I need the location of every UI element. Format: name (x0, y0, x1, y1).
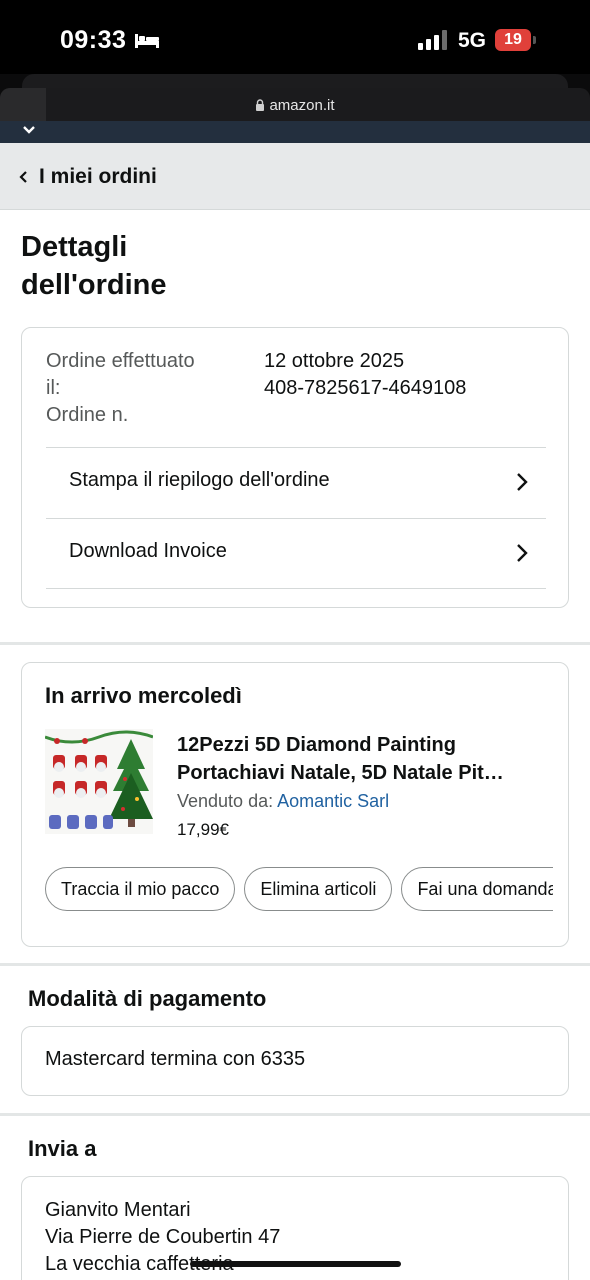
seller-info: Venduto da: Aomantic Sarl (177, 791, 389, 812)
address-bar[interactable]: amazon.it (0, 88, 590, 122)
ask-question-button[interactable]: Fai una domanda (401, 867, 553, 911)
order-number-label: Ordine n. (46, 404, 129, 426)
print-summary-row[interactable]: Stampa il riepilogo dell'ordine (46, 447, 546, 518)
chevron-down-icon[interactable] (22, 125, 36, 135)
payment-heading: Modalità di pagamento (28, 986, 267, 1011)
ship-to-heading: Invia a (28, 1136, 97, 1161)
street-address: Via Pierre de Coubertin 47 (45, 1226, 281, 1248)
order-summary-values: 12 ottobre 2025 408-7825617-4649108 (264, 348, 554, 402)
section-divider (0, 1113, 590, 1116)
payment-method: Mastercard termina con 6335 (45, 1048, 306, 1070)
breadcrumb-label[interactable]: I miei ordini (39, 165, 157, 189)
product-title-line1: 12Pezzi 5D Diamond Painting (177, 734, 456, 756)
track-package-button[interactable]: Traccia il mio pacco (45, 867, 236, 911)
site-header (0, 121, 590, 143)
bed-icon (135, 34, 159, 48)
section-divider (0, 963, 590, 966)
order-number: 408-7825617-4649108 (264, 377, 467, 399)
order-placed-label: Ordine effettuato (46, 350, 195, 372)
battery-level: 19 (495, 29, 531, 51)
print-summary-label: Stampa il riepilogo dell'ordine (69, 469, 330, 491)
chevron-right-icon (517, 473, 528, 491)
breadcrumb[interactable]: I miei ordini (0, 143, 590, 210)
product-title-line2: Portachiavi Natale, 5D Natale Pit… (177, 762, 504, 784)
url-text: amazon.it (269, 97, 335, 114)
network-label: 5G (458, 29, 487, 52)
browser-bar: amazon.it (0, 74, 590, 124)
lock-icon (256, 99, 265, 111)
page-title-line1: Dettagli (21, 231, 128, 263)
product-price: 17,99€ (177, 820, 229, 839)
download-invoice-row[interactable]: Download Invoice (46, 518, 546, 589)
seller-link[interactable]: Aomantic Sarl (277, 791, 389, 811)
payment-card: Mastercard termina con 6335 (21, 1026, 569, 1096)
signal-icon (418, 30, 447, 50)
section-divider (0, 642, 590, 645)
home-indicator[interactable] (190, 1261, 401, 1267)
order-date: 12 ottobre 2025 (264, 350, 405, 372)
order-summary-card: Ordine effettuato il: Ordine n. 12 ottob… (21, 327, 569, 608)
recipient-name: Gianvito Mentari (45, 1199, 191, 1221)
shipment-actions: Traccia il mio pacco Elimina articoli Fai … (45, 867, 553, 913)
order-summary-labels: Ordine effettuato il: Ordine n. (46, 348, 236, 429)
chevron-right-icon (517, 544, 528, 562)
chevron-left-icon (19, 171, 27, 183)
page-title-line2: dell'ordine (21, 269, 167, 301)
sold-by-label: Venduto da: (177, 791, 278, 811)
delivery-heading: In arrivo mercoledì (45, 683, 242, 708)
status-time: 09:33 (60, 26, 127, 54)
page-title: Dettagli dell'ordine (21, 228, 321, 304)
battery-icon: 19 (495, 29, 536, 51)
product-image[interactable] (45, 729, 153, 834)
download-invoice-label: Download Invoice (69, 540, 227, 562)
remove-items-button[interactable]: Elimina articoli (244, 867, 393, 911)
order-placed-label-cont: il: (46, 377, 61, 399)
product-title[interactable]: 12Pezzi 5D Diamond Painting Portachiavi … (177, 731, 549, 787)
shipment-card: In arrivo mercoledì 12Pezzi 5D Diamond P… (21, 662, 569, 947)
